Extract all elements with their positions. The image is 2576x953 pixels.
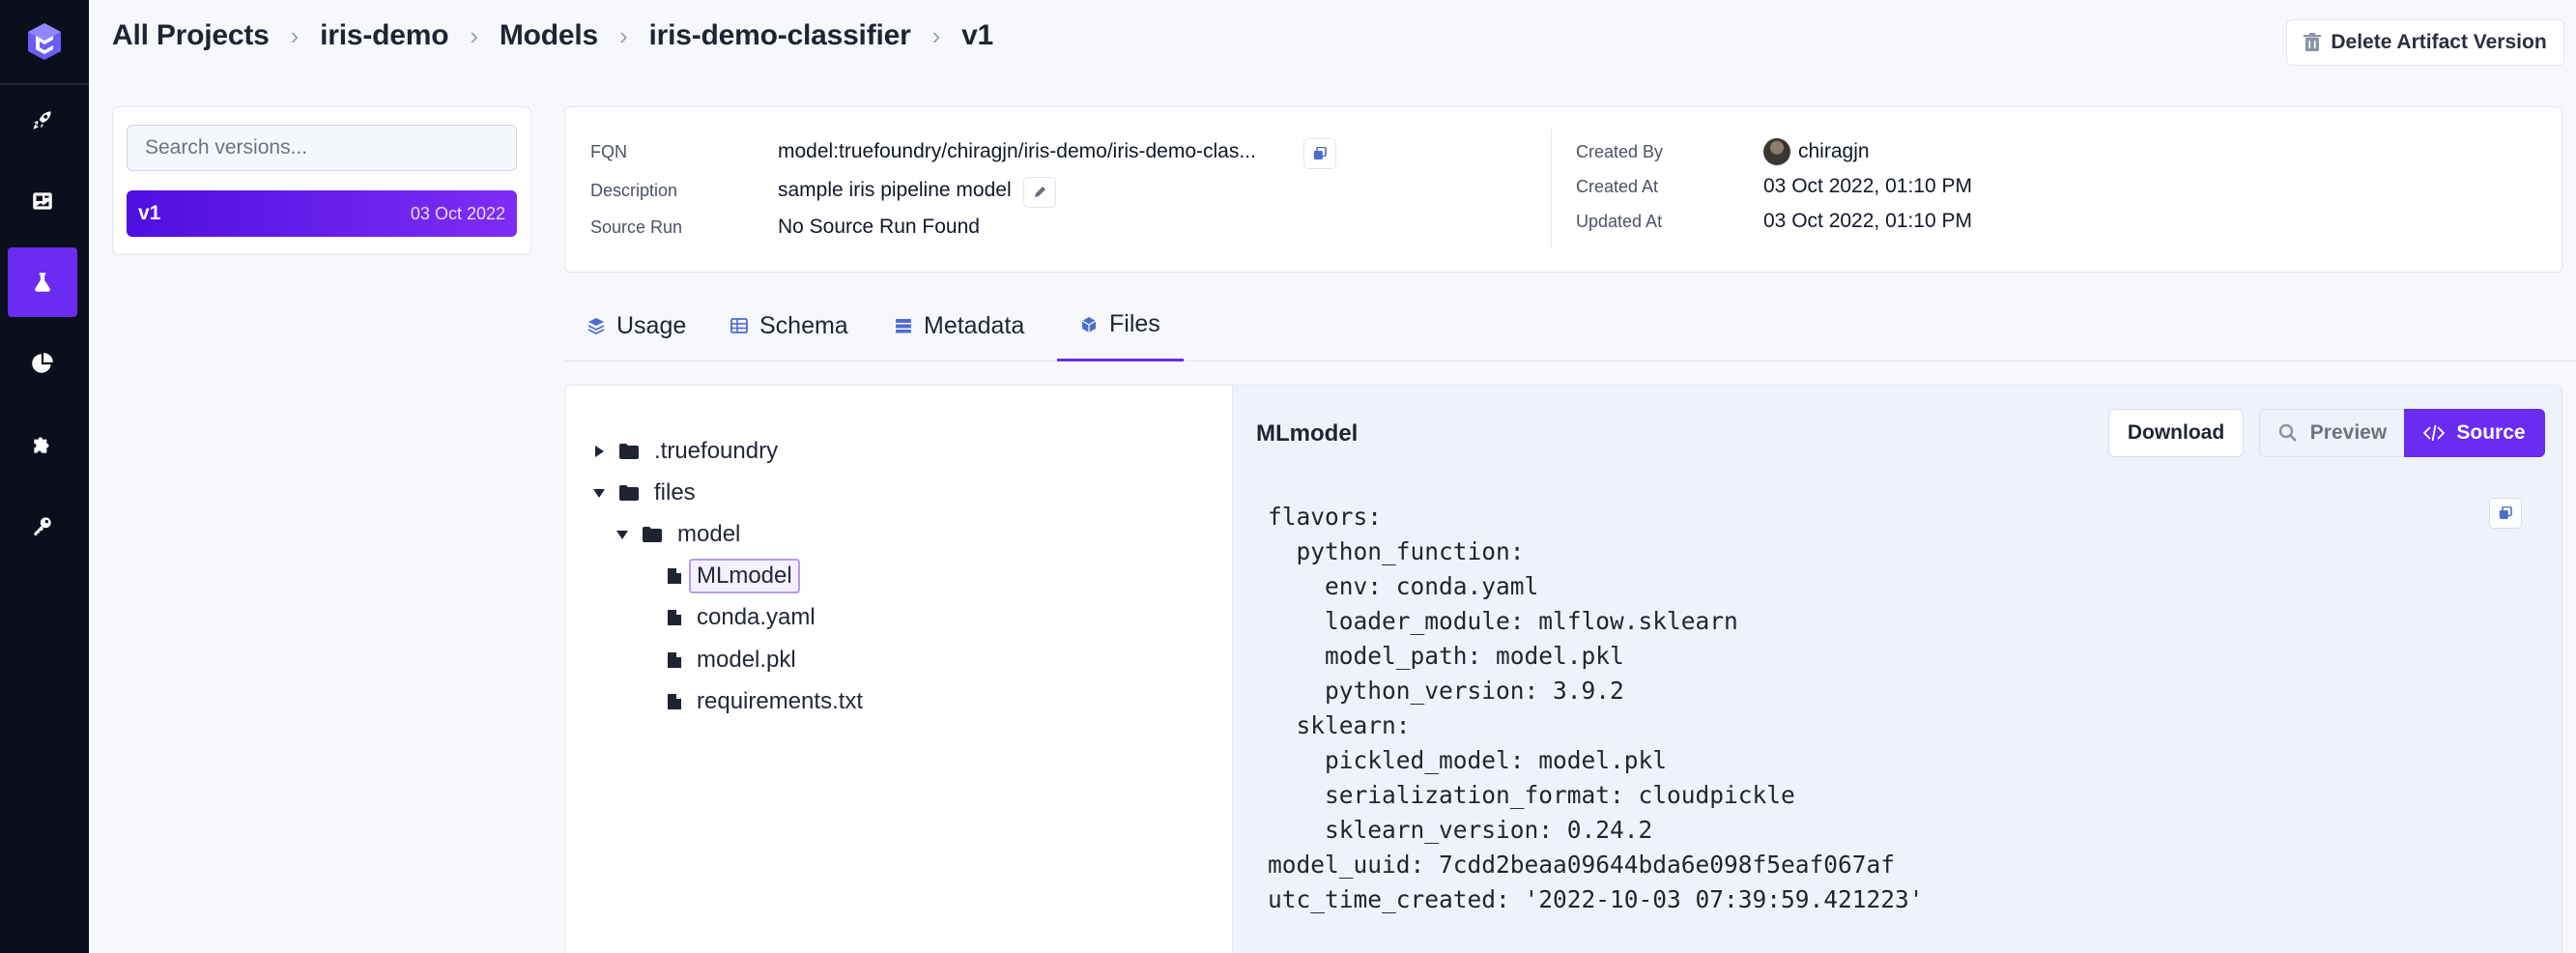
fqn-value: model:truefoundry/chiragjn/iris-demo/iri…	[778, 140, 1256, 162]
tab-schema[interactable]: Schema	[707, 290, 872, 361]
preview-label: Preview	[2309, 421, 2388, 444]
copy-icon	[1313, 147, 1327, 159]
files-panel: .truefoundry files model MLmodel conda.y…	[564, 385, 2562, 953]
caret-down-icon[interactable]	[592, 486, 606, 500]
tab-files[interactable]: Files	[1057, 290, 1184, 361]
tab-metadata-label: Metadata	[924, 311, 1025, 339]
breadcrumb-separator-icon: ›	[470, 20, 478, 50]
breadcrumb-project[interactable]: iris-demo	[320, 19, 448, 52]
tab-usage[interactable]: Usage	[564, 290, 709, 361]
rail-monitoring-pie-icon[interactable]	[8, 329, 77, 398]
tree-file-requirements-txt[interactable]: requirements.txt	[666, 684, 863, 719]
tab-metadata[interactable]: Metadata	[872, 290, 1047, 361]
breadcrumb-version: v1	[961, 19, 994, 51]
file-icon	[668, 694, 681, 709]
search-icon	[2278, 423, 2297, 442]
side-rail	[0, 0, 89, 953]
file-icon	[668, 568, 681, 584]
tree-label: model.pkl	[697, 647, 796, 673]
version-date: 03 Oct 2022	[410, 203, 505, 223]
tree-folder-truefoundry[interactable]: .truefoundry	[592, 434, 778, 469]
rail-experiments-flask-icon[interactable]	[8, 247, 77, 317]
file-viewer: MLmodel Download Preview Source flavors:…	[1232, 386, 2562, 953]
table-icon	[730, 318, 748, 333]
created-by-label: Created By	[1576, 142, 1664, 161]
source-code-block: flavors: python_function: env: conda.yam…	[1268, 503, 1924, 913]
breadcrumb-all-projects[interactable]: All Projects	[112, 19, 270, 52]
tab-schema-label: Schema	[759, 311, 848, 339]
layers-icon	[587, 318, 605, 334]
file-icon	[668, 652, 681, 668]
delete-artifact-version-button[interactable]: Delete Artifact Version	[2286, 19, 2564, 66]
info-divider	[1551, 129, 1552, 248]
folder-icon	[619, 485, 639, 501]
source-button[interactable]: Source	[2404, 409, 2545, 457]
file-tree: .truefoundry files model MLmodel conda.y…	[565, 386, 1232, 953]
description-value: sample iris pipeline model	[778, 179, 1012, 201]
breadcrumb-separator-icon: ›	[931, 20, 941, 50]
version-name: v1	[138, 202, 161, 224]
tree-folder-files[interactable]: files	[592, 476, 696, 510]
caret-right-icon[interactable]	[592, 445, 606, 458]
database-icon	[896, 319, 911, 333]
source-label: Source	[2456, 421, 2526, 444]
rail-secrets-key-icon[interactable]	[8, 491, 77, 561]
truefoundry-logo-icon[interactable]	[25, 21, 64, 62]
versions-panel: v1 03 Oct 2022	[112, 106, 531, 255]
file-icon	[668, 610, 681, 625]
source-run-value: No Source Run Found	[778, 216, 980, 238]
updated-at-value: 03 Oct 2022, 01:10 PM	[1763, 210, 1972, 232]
download-button[interactable]: Download	[2108, 409, 2244, 457]
description-label: Description	[590, 181, 678, 200]
cube-icon	[1081, 316, 1097, 332]
copy-icon	[2499, 506, 2512, 519]
copy-source-button[interactable]	[2489, 498, 2522, 529]
tree-file-model-pkl[interactable]: model.pkl	[666, 643, 796, 678]
delete-artifact-version-label: Delete Artifact Version	[2331, 31, 2547, 53]
created-at-value: 03 Oct 2022, 01:10 PM	[1763, 175, 1972, 197]
breadcrumb: All Projects › iris-demo › Models › iris…	[112, 15, 993, 56]
copy-fqn-button[interactable]	[1303, 138, 1336, 169]
created-by-value[interactable]: chiragjn	[1798, 140, 1870, 163]
updated-at-label: Updated At	[1576, 212, 1663, 231]
tree-file-conda-yaml[interactable]: conda.yaml	[666, 600, 816, 635]
tree-label: files	[654, 479, 696, 505]
artifact-info-card: FQN model:truefoundry/chiragjn/iris-demo…	[564, 106, 2562, 273]
breadcrumb-models[interactable]: Models	[500, 19, 598, 52]
rail-deployments-rocket-icon[interactable]	[8, 85, 77, 155]
code-icon	[2423, 424, 2446, 442]
tree-folder-model[interactable]: model	[615, 517, 740, 552]
version-item[interactable]: v1 03 Oct 2022	[127, 190, 517, 237]
breadcrumb-separator-icon: ›	[619, 20, 628, 50]
fqn-label: FQN	[590, 142, 627, 161]
tab-files-label: Files	[1109, 310, 1160, 337]
view-mode-toggle: Preview Source	[2259, 409, 2545, 457]
breadcrumb-model[interactable]: iris-demo-classifier	[648, 19, 910, 52]
tree-file-mlmodel[interactable]: MLmodel	[666, 559, 800, 593]
tree-label: conda.yaml	[697, 604, 816, 630]
breadcrumb-separator-icon: ›	[290, 20, 300, 50]
source-run-label: Source Run	[590, 217, 683, 237]
tree-label: MLmodel	[689, 559, 800, 593]
trash-icon	[2304, 33, 2322, 51]
search-versions-input[interactable]	[127, 125, 517, 171]
preview-button[interactable]: Preview	[2259, 409, 2404, 457]
artifact-tabs: Usage Schema Metadata Files	[564, 290, 2576, 361]
caret-down-icon[interactable]	[615, 528, 629, 541]
tab-usage-label: Usage	[616, 311, 687, 339]
created-at-label: Created At	[1576, 177, 1659, 196]
pencil-icon	[1035, 187, 1045, 197]
rail-models-icon[interactable]	[8, 166, 77, 236]
folder-icon	[619, 444, 639, 459]
tree-label: model	[677, 521, 741, 547]
viewer-file-title: MLmodel	[1256, 420, 1359, 447]
edit-description-button[interactable]	[1023, 177, 1056, 208]
tree-label: .truefoundry	[654, 438, 779, 464]
tree-label: requirements.txt	[697, 688, 864, 714]
folder-icon	[643, 527, 662, 542]
avatar	[1763, 138, 1790, 165]
rail-integrations-puzzle-icon[interactable]	[8, 410, 77, 479]
